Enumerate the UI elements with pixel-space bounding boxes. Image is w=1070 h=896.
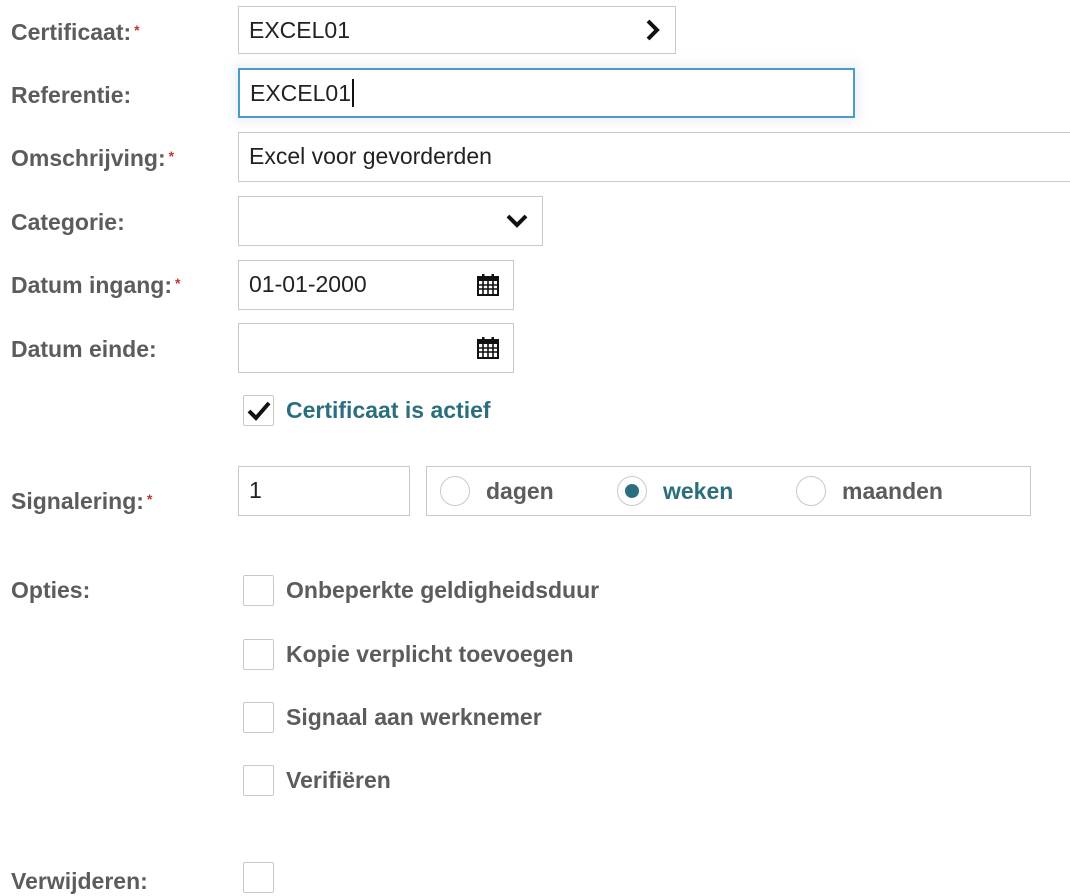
opties-label: Opties:	[11, 577, 91, 603]
referentie-value: EXCEL01	[250, 80, 352, 106]
datum-ingang-input[interactable]: 01-01-2000	[238, 260, 514, 310]
signalering-value: 1	[249, 477, 262, 503]
radio-label-weken: weken	[663, 477, 734, 504]
certificaat-label: Certificaat: *	[11, 19, 140, 45]
verwijderen-checkbox[interactable]	[243, 862, 274, 893]
optie-verifieren-checkbox[interactable]	[243, 765, 274, 796]
omschrijving-input[interactable]: Excel voor gevorderden	[238, 132, 1070, 182]
radio-label-dagen: dagen	[486, 477, 554, 504]
calendar-icon[interactable]	[477, 324, 499, 372]
radio-label-maanden: maanden	[842, 477, 943, 504]
omschrijving-value: Excel voor gevorderden	[249, 143, 492, 169]
required-marker: *	[146, 491, 153, 507]
text-cursor	[352, 78, 355, 107]
required-marker: *	[134, 22, 140, 38]
referentie-input[interactable]: EXCEL01	[238, 68, 855, 118]
radio-circle-weken[interactable]	[617, 476, 647, 506]
signalering-unit-group: dagen weken maanden	[426, 466, 1031, 516]
datum-ingang-label: Datum ingang: *	[11, 272, 181, 298]
certificaat-value: EXCEL01	[249, 17, 351, 43]
radio-circle-dagen[interactable]	[440, 476, 470, 506]
chevron-right-icon[interactable]	[645, 7, 661, 53]
calendar-icon[interactable]	[477, 261, 499, 309]
required-marker: *	[175, 275, 181, 291]
datum-einde-label: Datum einde:	[11, 336, 157, 362]
optie-signaal-label[interactable]: Signaal aan werknemer	[286, 702, 542, 733]
certificaat-field[interactable]: EXCEL01	[238, 6, 676, 54]
optie-onbeperkt-checkbox[interactable]	[243, 575, 274, 606]
actief-label[interactable]: Certificaat is actief	[286, 395, 491, 426]
radio-circle-maanden[interactable]	[796, 476, 826, 506]
chevron-down-icon	[506, 197, 528, 245]
required-marker: *	[168, 148, 175, 164]
actief-checkbox[interactable]	[243, 395, 274, 426]
optie-onbeperkt-label[interactable]: Onbeperkte geldigheidsduur	[286, 575, 599, 606]
radio-maanden[interactable]: maanden	[796, 467, 943, 515]
signalering-label: Signalering: *	[11, 488, 153, 514]
checkmark-icon	[247, 401, 271, 421]
omschrijving-label: Omschrijving: *	[11, 145, 175, 171]
optie-verifieren-label[interactable]: Verifiëren	[286, 765, 391, 796]
optie-signaal-checkbox[interactable]	[243, 702, 274, 733]
categorie-select[interactable]	[238, 196, 543, 246]
categorie-label: Categorie:	[11, 209, 125, 235]
radio-weken[interactable]: weken	[617, 467, 733, 515]
radio-dagen[interactable]: dagen	[440, 467, 554, 515]
datum-einde-input[interactable]	[238, 323, 514, 373]
signalering-input[interactable]: 1	[238, 466, 410, 516]
referentie-label: Referentie:	[11, 82, 132, 108]
optie-kopie-label[interactable]: Kopie verplicht toevoegen	[286, 639, 574, 670]
optie-kopie-checkbox[interactable]	[243, 639, 274, 670]
datum-ingang-value: 01-01-2000	[249, 271, 367, 297]
